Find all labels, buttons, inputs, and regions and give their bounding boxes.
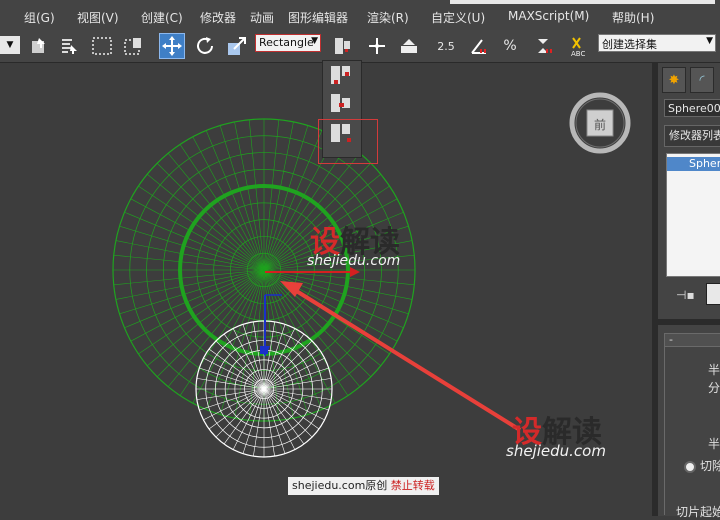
menu-view[interactable]: 视图(V) bbox=[77, 9, 119, 26]
watermark-url: shejiedu.com bbox=[307, 253, 401, 269]
named-selection-icon: ABC bbox=[571, 37, 585, 58]
manipulate-icon bbox=[369, 38, 385, 54]
modifier-stack: Sphere bbox=[666, 153, 720, 277]
credit-site: shejiedu.com原创 bbox=[292, 479, 388, 492]
param-hemisphere-label: 半 bbox=[708, 437, 720, 451]
flyout-highlight-box bbox=[318, 119, 378, 164]
menu-maxscript[interactable]: MAXScript(M) bbox=[508, 9, 589, 23]
tab-create[interactable]: ✸ bbox=[662, 67, 686, 93]
gizmo-center bbox=[260, 346, 268, 354]
rectangle-region-icon bbox=[92, 37, 112, 55]
selection-center-icon bbox=[331, 94, 350, 112]
menu-animation[interactable]: 动画 bbox=[250, 9, 274, 26]
use-selection-center-button[interactable] bbox=[328, 92, 354, 114]
pivot-center-icon bbox=[335, 38, 350, 54]
named-selection-sets-dropdown[interactable]: 创建选择集 ▼ bbox=[598, 34, 716, 52]
parameters-rollout-header[interactable]: - bbox=[664, 333, 720, 347]
select-by-name-icon bbox=[62, 39, 77, 54]
angle-snap-toggle-button[interactable] bbox=[466, 33, 492, 59]
menu-rendering[interactable]: 渲染(R) bbox=[367, 9, 409, 26]
select-and-move-button[interactable] bbox=[159, 33, 185, 59]
main-toolbar: ▼ Rectangle ▼ 2.5 % ABC 创建选择集 ▼ bbox=[0, 30, 720, 63]
named-selection-value: 创建选择集 bbox=[602, 38, 657, 51]
percent-snap-toggle-button[interactable]: % bbox=[497, 33, 523, 59]
chop-radio[interactable] bbox=[684, 461, 696, 473]
select-and-manipulate-button[interactable] bbox=[364, 33, 390, 59]
selection-region-dropdown[interactable]: Rectangle ▼ bbox=[255, 34, 321, 52]
window-crossing-icon bbox=[124, 38, 141, 55]
keyboard-override-icon bbox=[401, 39, 417, 53]
modifier-list-dropdown[interactable]: 修改器列表 bbox=[664, 125, 720, 147]
watermark-url-2: shejiedu.com bbox=[506, 442, 606, 460]
select-and-scale-button[interactable] bbox=[224, 33, 250, 59]
panel-divider bbox=[658, 319, 720, 325]
credit-banner: shejiedu.com原创 禁止转载 bbox=[288, 477, 439, 495]
object-name-field[interactable]: Sphere001 bbox=[664, 99, 720, 117]
pivot-point-center-icon bbox=[331, 66, 350, 84]
use-pivot-point-center-button[interactable] bbox=[328, 64, 354, 86]
snaps-toggle-button[interactable]: 2.5 bbox=[432, 33, 460, 59]
sun-icon: ✸ bbox=[668, 72, 680, 88]
keyboard-shortcut-override-button[interactable] bbox=[396, 33, 422, 59]
menu-bar: 组(G) 视图(V) 创建(C) 修改器 动画 图形编辑器 渲染(R) 自定义(… bbox=[0, 0, 720, 31]
chop-radio-label: 切除 bbox=[700, 459, 720, 473]
rollout-toggle: - bbox=[669, 333, 673, 346]
scale-icon bbox=[228, 37, 246, 55]
menu-graph-editors[interactable]: 图形编辑器 bbox=[288, 9, 348, 26]
move-gizmo[interactable] bbox=[260, 267, 360, 357]
menu-modifiers[interactable]: 修改器 bbox=[200, 9, 236, 26]
chevron-down-icon: ▼ bbox=[311, 36, 318, 46]
tab-modify[interactable]: ◜ bbox=[690, 67, 714, 93]
select-object-button[interactable] bbox=[26, 33, 52, 59]
annotation-arrow bbox=[280, 281, 522, 432]
chevron-down-icon: ▼ bbox=[706, 36, 713, 46]
command-panel-tabs: ✸ ◜ bbox=[662, 67, 720, 95]
svg-text:ABC: ABC bbox=[571, 50, 585, 58]
param-segments-label: 分 bbox=[708, 381, 720, 395]
param-radius-label: 半 bbox=[708, 363, 720, 377]
spinner-snap-icon bbox=[538, 39, 552, 53]
menu-help[interactable]: 帮助(H) bbox=[612, 9, 654, 26]
snap-value: 2.5 bbox=[437, 39, 455, 53]
rectangular-selection-button[interactable] bbox=[89, 33, 115, 59]
stack-item-sphere[interactable]: Sphere bbox=[667, 157, 720, 171]
rotate-icon bbox=[197, 37, 213, 54]
select-object-icon bbox=[32, 38, 45, 53]
select-and-rotate-button[interactable] bbox=[192, 33, 218, 59]
slice-from-label: 切片起始 bbox=[676, 505, 720, 519]
menu-create[interactable]: 创建(C) bbox=[141, 9, 183, 26]
selection-region-value: Rectangle bbox=[259, 36, 314, 49]
angle-snap-icon bbox=[471, 39, 486, 54]
window-crossing-button[interactable] bbox=[121, 33, 147, 59]
modify-curve-icon: ◜ bbox=[699, 72, 705, 88]
percent-snap-label: % bbox=[503, 38, 517, 54]
spinner-snap-toggle-button[interactable] bbox=[530, 33, 556, 59]
move-icon bbox=[162, 36, 182, 56]
title-strip bbox=[450, 0, 715, 4]
edit-named-selection-button[interactable]: ABC bbox=[567, 33, 593, 59]
svg-text:前: 前 bbox=[594, 117, 606, 132]
menu-customize[interactable]: 自定义(U) bbox=[431, 9, 485, 26]
credit-notice: 禁止转载 bbox=[390, 479, 435, 492]
viewcube-ring-icon: 前 bbox=[569, 92, 631, 154]
viewcube[interactable]: 前 bbox=[568, 91, 632, 155]
menu-group[interactable]: 组(G) bbox=[24, 9, 55, 26]
select-by-name-button[interactable] bbox=[56, 33, 82, 59]
command-panel: ✸ ◜ Sphere001 修改器列表 Sphere ⊣▪ - 半 分 半 切除… bbox=[658, 63, 720, 519]
show-end-result-button[interactable] bbox=[706, 283, 720, 305]
use-center-flyout-button[interactable] bbox=[328, 33, 356, 59]
selection-filter-dropdown[interactable]: ▼ bbox=[0, 36, 20, 54]
pin-stack-icon[interactable]: ⊣▪ bbox=[676, 288, 695, 302]
